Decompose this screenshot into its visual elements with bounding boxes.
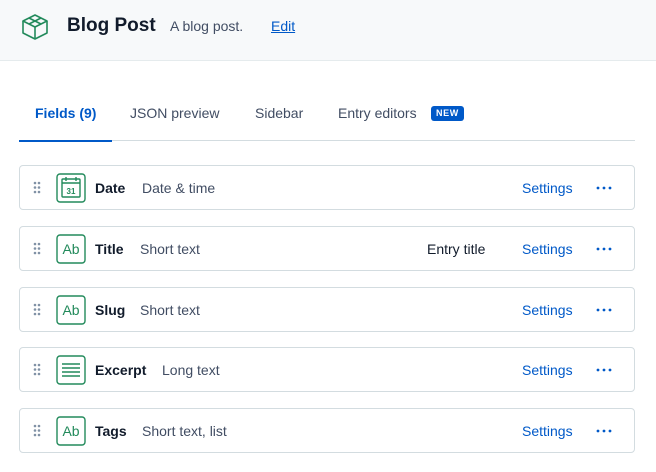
- field-name: Title: [95, 241, 124, 257]
- field-name: Date: [95, 180, 126, 196]
- more-options-icon[interactable]: [594, 421, 614, 441]
- field-settings-button[interactable]: Settings: [522, 301, 573, 319]
- more-options-icon[interactable]: [594, 239, 614, 259]
- field-type: Date & time: [142, 180, 216, 196]
- more-options-icon[interactable]: [594, 360, 614, 380]
- tab-json-preview[interactable]: JSON preview: [130, 96, 219, 141]
- field-row-tags[interactable]: Ab Tags Short text, list Settings: [19, 408, 635, 453]
- svg-text:Ab: Ab: [62, 241, 79, 257]
- short-text-icon: Ab: [56, 416, 86, 446]
- entry-title-label: Entry title: [427, 241, 486, 257]
- field-type: Short text: [140, 241, 200, 257]
- field-name: Tags: [95, 423, 127, 439]
- field-settings-button[interactable]: Settings: [522, 179, 573, 197]
- drag-handle-icon[interactable]: [33, 424, 41, 437]
- drag-handle-icon[interactable]: [33, 303, 41, 316]
- new-badge: NEW: [431, 106, 464, 121]
- svg-text:Ab: Ab: [62, 423, 79, 439]
- edit-link[interactable]: Edit: [271, 17, 295, 35]
- field-name: Slug: [95, 302, 126, 318]
- field-type: Long text: [162, 362, 220, 378]
- drag-handle-icon[interactable]: [33, 242, 41, 255]
- field-settings-button[interactable]: Settings: [522, 240, 573, 258]
- content-type-header: Blog Post A blog post. Edit: [0, 0, 656, 61]
- field-row-title[interactable]: Ab Title Short text Entry title Settings: [19, 226, 635, 271]
- content-type-box-icon: [22, 14, 48, 40]
- drag-handle-icon[interactable]: [33, 363, 41, 376]
- field-row-slug[interactable]: Ab Slug Short text Settings: [19, 287, 635, 332]
- field-row-date[interactable]: 31 Date Date & time Settings: [19, 165, 635, 210]
- long-text-icon: [56, 355, 86, 385]
- svg-text:Ab: Ab: [62, 302, 79, 318]
- more-options-icon[interactable]: [594, 300, 614, 320]
- field-settings-button[interactable]: Settings: [522, 361, 573, 379]
- content-type-title: Blog Post: [67, 15, 156, 36]
- tab-entry-editors[interactable]: Entry editors: [338, 96, 417, 141]
- tab-bar: Fields (9) JSON preview Sidebar Entry ed…: [18, 96, 635, 142]
- field-type: Short text: [140, 302, 200, 318]
- field-row-excerpt[interactable]: Excerpt Long text Settings: [19, 347, 635, 392]
- calendar-icon: 31: [56, 173, 86, 203]
- field-type: Short text, list: [142, 423, 227, 439]
- field-settings-button[interactable]: Settings: [522, 422, 573, 440]
- svg-text:31: 31: [67, 187, 76, 196]
- short-text-icon: Ab: [56, 234, 86, 264]
- drag-handle-icon[interactable]: [33, 181, 41, 194]
- more-options-icon[interactable]: [594, 178, 614, 198]
- short-text-icon: Ab: [56, 295, 86, 325]
- tab-fields[interactable]: Fields (9): [18, 96, 114, 142]
- tab-sidebar[interactable]: Sidebar: [255, 96, 303, 141]
- field-name: Excerpt: [95, 362, 147, 378]
- content-type-description: A blog post.: [170, 18, 244, 34]
